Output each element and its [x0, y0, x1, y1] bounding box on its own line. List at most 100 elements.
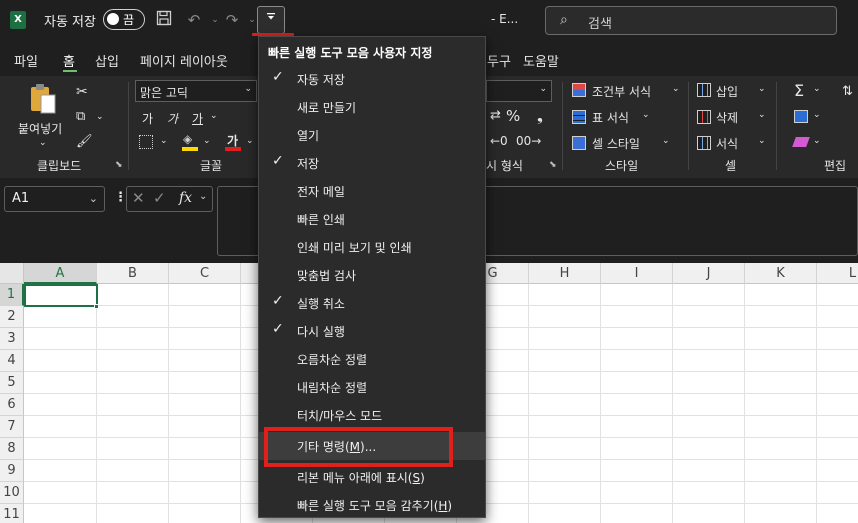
menu-item[interactable]: 내림차순 정렬 [259, 373, 485, 401]
chevron-down-icon: ⌄ [642, 110, 650, 120]
search-box[interactable]: ⌕ 검색 [545, 6, 837, 35]
row-header[interactable]: 5 [0, 372, 24, 394]
copy-icon[interactable]: ⧉ [76, 109, 85, 124]
grid-column-line [816, 284, 817, 523]
fill-dropdown-icon[interactable]: ⌄ [203, 136, 211, 146]
cut-icon[interactable]: ✂ [76, 84, 88, 100]
fill-handle[interactable] [94, 304, 99, 309]
decrease-decimal-icon[interactable]: 00→ [516, 134, 541, 148]
menu-item-show-below-ribbon[interactable]: 리본 메뉴 아래에 표시(S) [259, 463, 485, 491]
menu-item[interactable]: 열기 [259, 121, 485, 149]
number-format-select[interactable]: ⌄ [486, 80, 552, 102]
chevron-down-icon: ⌄ [758, 110, 766, 120]
format-as-table-button[interactable]: 표 서식 [592, 109, 629, 126]
row-header[interactable]: 9 [0, 460, 24, 482]
menu-item[interactable]: ✓ 실행 취소 [259, 289, 485, 317]
menu-item[interactable]: ✓ 자동 저장 [259, 65, 485, 93]
grid-column-line [528, 284, 529, 523]
column-header[interactable]: C [169, 263, 241, 284]
selected-cell[interactable] [24, 284, 98, 307]
undo-icon[interactable]: ↶ [184, 10, 204, 30]
format-cells-button[interactable]: 서식 [716, 135, 738, 152]
number-launcher-icon[interactable]: ⬊ [549, 160, 557, 170]
sort-filter-icon[interactable]: ⇅ [842, 84, 853, 99]
cell-styles-button[interactable]: 셀 스타일 [592, 135, 640, 152]
chevron-down-icon: ⌄ [813, 84, 821, 94]
menu-item[interactable]: 터치/마우스 모드 [259, 401, 485, 429]
increase-decimal-icon[interactable]: ←0 [490, 134, 508, 148]
insert-function-button[interactable]: fx [179, 190, 192, 206]
menu-item[interactable]: 전자 메일 [259, 177, 485, 205]
tab-file[interactable]: 파일 [14, 51, 38, 70]
customize-qat-button[interactable] [257, 6, 285, 34]
italic-button[interactable]: 가 [167, 110, 178, 127]
paste-icon[interactable] [28, 82, 58, 116]
column-header[interactable]: H [529, 263, 601, 284]
row-header[interactable]: 8 [0, 438, 24, 460]
tab-insert[interactable]: 삽입 [95, 51, 119, 70]
conditional-format-button[interactable]: 조건부 서식 [592, 83, 651, 100]
delete-cells-button[interactable]: 삭제 [716, 109, 738, 126]
group-separator [128, 82, 129, 170]
row-header[interactable]: 6 [0, 394, 24, 416]
font-name-select[interactable]: 맑은 고딕 ⌄ [135, 80, 257, 102]
toggle-knob [107, 13, 119, 25]
menu-item[interactable]: 맞춤법 검사 [259, 261, 485, 289]
cancel-icon[interactable]: ✕ [132, 189, 145, 207]
save-icon[interactable] [154, 10, 174, 30]
row-header[interactable]: 3 [0, 328, 24, 350]
paste-label[interactable]: 붙여넣기 [18, 120, 62, 137]
tab-partial[interactable]: 두구 [487, 51, 511, 70]
column-header[interactable]: A [24, 263, 97, 284]
menu-item[interactable]: 빠른 인쇄 [259, 205, 485, 233]
menu-item[interactable]: 오름차순 정렬 [259, 345, 485, 373]
name-box[interactable]: A1 ⌄ [4, 186, 105, 212]
comma-style-icon[interactable]: ❟ [537, 107, 543, 125]
menu-item-label: 다시 실행 [297, 325, 345, 339]
accounting-icon[interactable]: ⇄ [490, 108, 501, 123]
underline-button[interactable]: 가 [192, 110, 203, 127]
column-header[interactable]: K [745, 263, 817, 284]
menu-item[interactable]: 인쇄 미리 보기 및 인쇄 [259, 233, 485, 261]
border-dropdown-icon[interactable]: ⌄ [160, 136, 168, 146]
menu-item-label: 전자 메일 [297, 185, 345, 199]
row-header[interactable]: 2 [0, 306, 24, 328]
row-header[interactable]: 11 [0, 504, 24, 523]
paste-dropdown-icon[interactable]: ⌄ [39, 138, 47, 148]
tab-help[interactable]: 도움말 [523, 51, 559, 70]
autosum-icon[interactable]: Σ [794, 81, 804, 100]
column-header[interactable]: J [673, 263, 745, 284]
menu-item[interactable]: 새로 만들기 [259, 93, 485, 121]
underline-dropdown-icon[interactable]: ⌄ [210, 111, 218, 121]
column-header[interactable]: L [817, 263, 858, 284]
percent-button[interactable]: % [506, 107, 520, 125]
menu-item[interactable]: ✓ 다시 실행 [259, 317, 485, 345]
clipboard-group-label: 클립보드 [37, 159, 82, 173]
insert-cells-button[interactable]: 삽입 [716, 83, 738, 100]
enter-icon[interactable]: ✓ [153, 189, 166, 207]
copy-dropdown-icon[interactable]: ⌄ [96, 112, 104, 122]
autosave-toggle[interactable]: 끔 [103, 9, 145, 30]
menu-item-hide-qat[interactable]: 빠른 실행 도구 모음 감추기(H) [259, 491, 485, 519]
tab-page-layout[interactable]: 페이지 레이아웃 [140, 51, 228, 70]
border-icon[interactable] [139, 135, 153, 149]
column-header[interactable]: B [97, 263, 169, 284]
row-header[interactable]: 7 [0, 416, 24, 438]
fill-color-icon[interactable]: ◈ [183, 132, 197, 146]
fill-icon[interactable] [794, 110, 808, 123]
format-painter-icon[interactable]: 🖌 [76, 134, 93, 149]
menu-item-label: 빠른 실행 도구 모음 감추기(H) [297, 499, 453, 513]
font-color-dropdown-icon[interactable]: ⌄ [246, 136, 254, 146]
select-all-corner[interactable] [0, 263, 24, 284]
insert-cells-icon [697, 83, 711, 97]
row-header[interactable]: 4 [0, 350, 24, 372]
editing-group-label: 편집 [824, 159, 847, 173]
menu-item[interactable]: ✓ 저장 [259, 149, 485, 177]
clipboard-launcher-icon[interactable]: ⬊ [115, 160, 123, 170]
bold-button[interactable]: 가 [142, 110, 153, 127]
row-header[interactable]: 1 [0, 284, 24, 306]
row-header[interactable]: 10 [0, 482, 24, 504]
tab-home[interactable]: 홈 [63, 51, 75, 70]
column-header[interactable]: I [601, 263, 673, 284]
redo-icon[interactable]: ↷ [222, 10, 242, 30]
